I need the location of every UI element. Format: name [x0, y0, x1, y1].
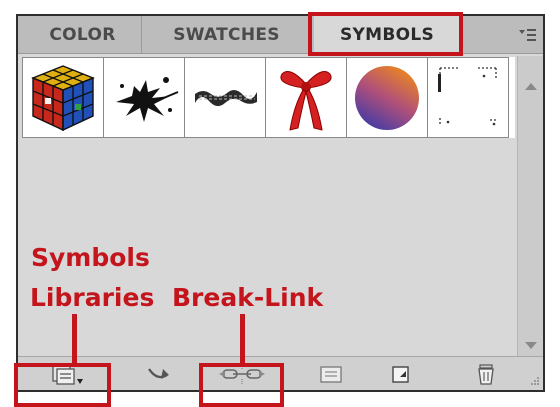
libraries-button-highlight: [14, 363, 111, 407]
callout-libraries-label: Libraries: [30, 283, 155, 312]
tab-color[interactable]: COLOR: [24, 16, 142, 54]
symbol-options-icon: [320, 366, 342, 383]
brush-stroke-icon: [195, 89, 257, 107]
new-symbol-icon: [392, 366, 409, 383]
symbols-panel: COLOR SWATCHES SYMBOLS: [16, 14, 545, 392]
symbol-brush-stroke[interactable]: [184, 57, 266, 138]
new-symbol-button[interactable]: [385, 361, 415, 387]
callout-break-link-label: Break-Link: [172, 283, 324, 312]
symbol-gradient-sphere[interactable]: [346, 57, 428, 138]
break-link-button-highlight: [199, 363, 284, 407]
panel-tab-bar: COLOR SWATCHES SYMBOLS: [18, 16, 543, 55]
break-link-callout-line: [240, 314, 245, 363]
red-ribbon-bow-icon: [280, 71, 332, 131]
callout-symbols-label: Symbols: [31, 243, 150, 272]
delete-symbol-button[interactable]: [471, 361, 501, 387]
symbol-dotted-frame[interactable]: [427, 57, 509, 138]
symbol-ribbon-bow[interactable]: [265, 57, 347, 138]
delete-symbol-icon: [478, 364, 494, 385]
place-symbol-instance-icon: [148, 368, 169, 379]
gradient-sphere-icon: [355, 66, 419, 130]
scroll-down-arrow-icon[interactable]: [524, 338, 538, 349]
ink-splat-icon: [116, 77, 179, 122]
symbol-grid: [22, 57, 515, 138]
tab-swatches[interactable]: SWATCHES: [143, 16, 311, 54]
panel-menu-icon[interactable]: [517, 25, 537, 45]
scroll-up-arrow-icon[interactable]: [524, 78, 538, 90]
dotted-frame-icon: [438, 67, 497, 126]
place-symbol-instance-button[interactable]: [143, 361, 175, 387]
resize-grip-icon[interactable]: [526, 374, 540, 388]
symbol-ink-splat[interactable]: [103, 57, 185, 138]
libraries-callout-line: [72, 314, 77, 363]
symbol-options-button[interactable]: [316, 361, 346, 387]
symbols-tab-highlight: [308, 12, 463, 56]
symbol-rubiks-cube[interactable]: [22, 57, 104, 138]
vertical-scrollbar[interactable]: [517, 56, 543, 356]
rubiks-cube-icon: [31, 65, 95, 132]
